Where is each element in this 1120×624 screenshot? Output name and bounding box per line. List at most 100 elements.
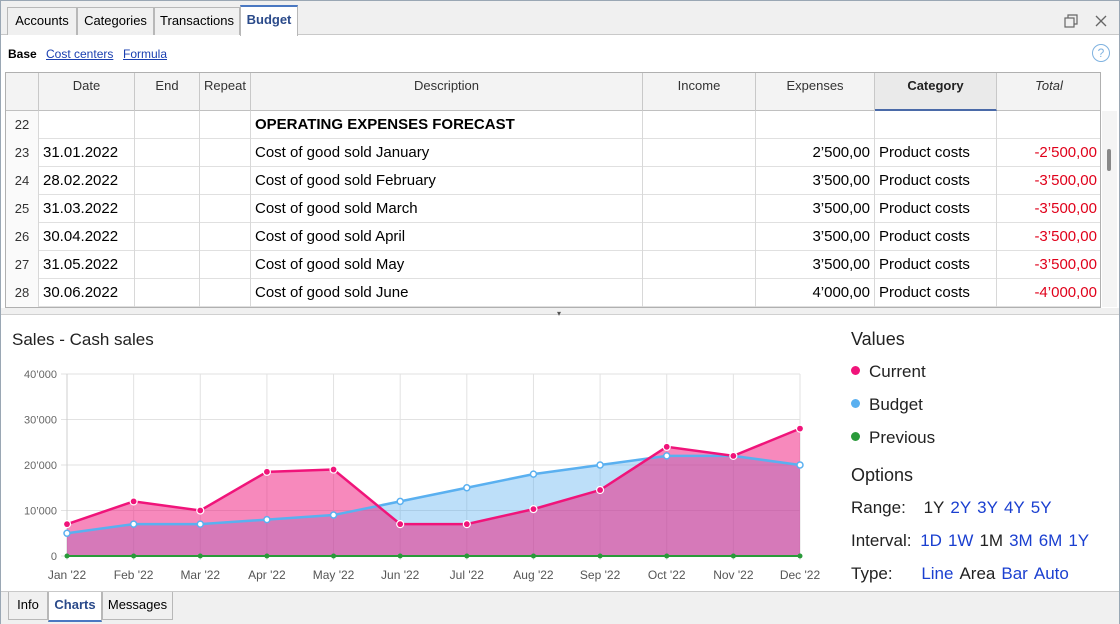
- end-cell[interactable]: [135, 223, 200, 251]
- legend-budget[interactable]: Budget: [851, 395, 923, 415]
- expenses-cell[interactable]: [756, 111, 875, 139]
- header-category[interactable]: Category: [875, 73, 997, 111]
- total-cell[interactable]: -3’500,00: [997, 251, 1100, 279]
- expenses-cell[interactable]: 4’000,00: [756, 279, 875, 307]
- description-cell[interactable]: OPERATING EXPENSES FORECAST: [251, 111, 643, 139]
- table-row[interactable]: 24 28.02.2022 Cost of good sold February 3’…: [6, 167, 1100, 195]
- date-cell[interactable]: 31.01.2022: [39, 139, 135, 167]
- range-2y[interactable]: 2Y: [950, 498, 971, 517]
- type-line[interactable]: Line: [921, 564, 953, 583]
- row-number[interactable]: 26: [6, 223, 39, 251]
- view-base[interactable]: Base: [8, 47, 37, 61]
- legend-previous[interactable]: Previous: [851, 428, 935, 448]
- date-cell[interactable]: 30.04.2022: [39, 223, 135, 251]
- tab-accounts[interactable]: Accounts: [7, 7, 77, 35]
- income-cell[interactable]: [643, 251, 756, 279]
- tab-categories[interactable]: Categories: [77, 7, 154, 35]
- income-cell[interactable]: [643, 167, 756, 195]
- repeat-cell[interactable]: [200, 195, 251, 223]
- table-row[interactable]: 26 30.04.2022 Cost of good sold April 3’500…: [6, 223, 1100, 251]
- view-formula[interactable]: Formula: [123, 47, 167, 61]
- income-cell[interactable]: [643, 279, 756, 307]
- legend-current[interactable]: Current: [851, 362, 926, 382]
- repeat-cell[interactable]: [200, 251, 251, 279]
- interval-1w[interactable]: 1W: [948, 531, 974, 550]
- date-cell[interactable]: 28.02.2022: [39, 167, 135, 195]
- interval-1d[interactable]: 1D: [920, 531, 942, 550]
- date-cell[interactable]: 31.05.2022: [39, 251, 135, 279]
- date-cell[interactable]: 30.06.2022: [39, 279, 135, 307]
- end-cell[interactable]: [135, 111, 200, 139]
- tab-messages[interactable]: Messages: [102, 592, 173, 620]
- total-cell[interactable]: [997, 111, 1100, 139]
- total-cell[interactable]: -4’000,00: [997, 279, 1100, 307]
- expenses-cell[interactable]: 2’500,00: [756, 139, 875, 167]
- description-cell[interactable]: Cost of good sold February: [251, 167, 643, 195]
- header-description[interactable]: Description: [251, 73, 643, 111]
- pane-splitter[interactable]: ▾: [1, 308, 1119, 318]
- interval-3m[interactable]: 3M: [1009, 531, 1033, 550]
- row-number[interactable]: 24: [6, 167, 39, 195]
- restore-window-icon[interactable]: [1064, 14, 1078, 28]
- description-cell[interactable]: Cost of good sold January: [251, 139, 643, 167]
- header-repeat[interactable]: Repeat: [200, 73, 251, 111]
- table-row[interactable]: 28 30.06.2022 Cost of good sold June 4’000,…: [6, 279, 1100, 307]
- row-number[interactable]: 27: [6, 251, 39, 279]
- category-cell[interactable]: Product costs: [875, 167, 997, 195]
- range-3y[interactable]: 3Y: [977, 498, 998, 517]
- category-cell[interactable]: Product costs: [875, 195, 997, 223]
- row-number[interactable]: 22: [6, 111, 39, 139]
- repeat-cell[interactable]: [200, 167, 251, 195]
- category-cell[interactable]: Product costs: [875, 251, 997, 279]
- end-cell[interactable]: [135, 195, 200, 223]
- repeat-cell[interactable]: [200, 279, 251, 307]
- tab-charts[interactable]: Charts: [48, 592, 102, 622]
- income-cell[interactable]: [643, 195, 756, 223]
- header-total[interactable]: Total: [997, 73, 1100, 111]
- table-row[interactable]: 27 31.05.2022 Cost of good sold May 3’500,0…: [6, 251, 1100, 279]
- interval-1y[interactable]: 1Y: [1068, 531, 1089, 550]
- range-1y[interactable]: 1Y: [924, 498, 945, 517]
- expenses-cell[interactable]: 3’500,00: [756, 167, 875, 195]
- expenses-cell[interactable]: 3’500,00: [756, 223, 875, 251]
- type-bar[interactable]: Bar: [1001, 564, 1027, 583]
- range-5y[interactable]: 5Y: [1031, 498, 1052, 517]
- header-expenses[interactable]: Expenses: [756, 73, 875, 111]
- description-cell[interactable]: Cost of good sold March: [251, 195, 643, 223]
- table-row[interactable]: 25 31.03.2022 Cost of good sold March 3’500…: [6, 195, 1100, 223]
- type-area[interactable]: Area: [959, 564, 995, 583]
- income-cell[interactable]: [643, 111, 756, 139]
- header-income[interactable]: Income: [643, 73, 756, 111]
- type-auto[interactable]: Auto: [1034, 564, 1069, 583]
- repeat-cell[interactable]: [200, 223, 251, 251]
- close-icon[interactable]: [1094, 14, 1108, 28]
- interval-1m[interactable]: 1M: [979, 531, 1003, 550]
- end-cell[interactable]: [135, 251, 200, 279]
- date-cell[interactable]: 31.03.2022: [39, 195, 135, 223]
- table-row[interactable]: 22 OPERATING EXPENSES FORECAST: [6, 111, 1100, 139]
- category-cell[interactable]: Product costs: [875, 223, 997, 251]
- total-cell[interactable]: -3’500,00: [997, 195, 1100, 223]
- end-cell[interactable]: [135, 167, 200, 195]
- table-scrollbar[interactable]: [1102, 111, 1117, 307]
- date-cell[interactable]: [39, 111, 135, 139]
- row-number[interactable]: 28: [6, 279, 39, 307]
- repeat-cell[interactable]: [200, 111, 251, 139]
- description-cell[interactable]: Cost of good sold June: [251, 279, 643, 307]
- tab-transactions[interactable]: Transactions: [154, 7, 240, 35]
- tab-budget[interactable]: Budget: [240, 5, 298, 36]
- header-date[interactable]: Date: [39, 73, 135, 111]
- category-cell[interactable]: Product costs: [875, 279, 997, 307]
- category-cell[interactable]: [875, 111, 997, 139]
- row-number[interactable]: 25: [6, 195, 39, 223]
- table-row[interactable]: 23 31.01.2022 Cost of good sold January 2’5…: [6, 139, 1100, 167]
- income-cell[interactable]: [643, 139, 756, 167]
- end-cell[interactable]: [135, 279, 200, 307]
- total-cell[interactable]: -3’500,00: [997, 223, 1100, 251]
- expenses-cell[interactable]: 3’500,00: [756, 251, 875, 279]
- end-cell[interactable]: [135, 139, 200, 167]
- header-end[interactable]: End: [135, 73, 200, 111]
- scrollbar-thumb[interactable]: [1107, 149, 1111, 171]
- income-cell[interactable]: [643, 223, 756, 251]
- view-cost-centers[interactable]: Cost centers: [46, 47, 113, 61]
